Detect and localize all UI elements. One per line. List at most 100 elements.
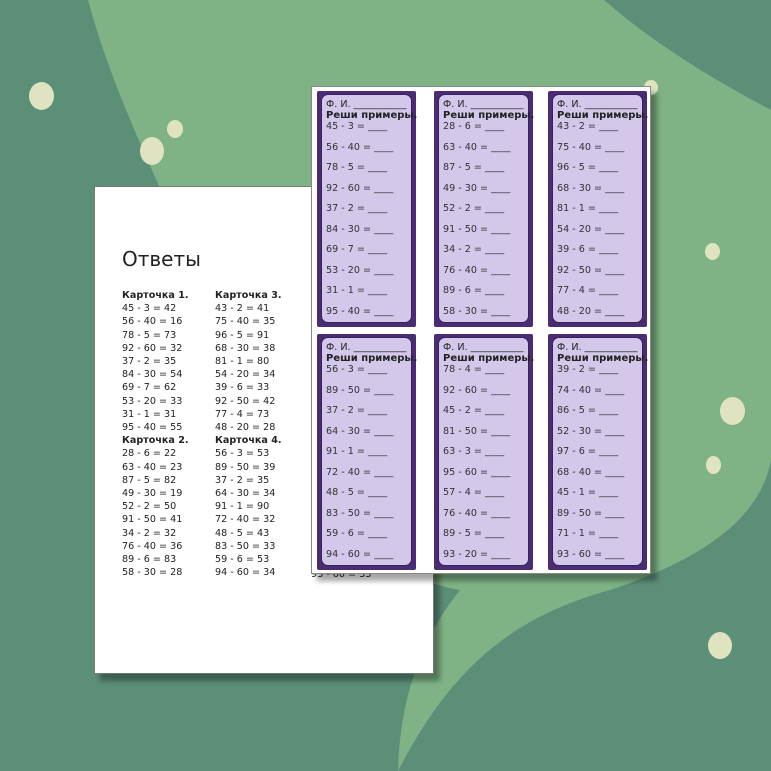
example-line: 39 - 2 = ____ [557, 364, 619, 375]
answer-line: 87 - 5 = 82 [122, 474, 177, 486]
example-line: 96 - 5 = ____ [557, 162, 619, 173]
answer-line: 48 - 20 = 28 [215, 422, 276, 434]
answer-line: 48 - 5 = 43 [215, 527, 270, 539]
answer-line: 52 - 2 = 50 [122, 501, 177, 513]
card-panel: Ф. И. ___________ Реши примеры. 39 - 2 = _… [552, 337, 648, 566]
answer-line: 45 - 3 = 42 [122, 303, 177, 315]
name-field: Ф. И. ___________ [557, 99, 638, 110]
card-panel: Ф. И. ___________ Реши примеры. 78 - 4 = _… [438, 337, 534, 566]
decor-dot [167, 120, 183, 138]
example-line: 53 - 20 = ____ [326, 264, 394, 276]
answers-title: Ответы [122, 247, 201, 271]
card-panel: Ф. И. ___________ Реши примеры. 45 - 3 = _… [321, 94, 417, 323]
example-line: 91 - 50 = ____ [443, 223, 511, 235]
example-line: 89 - 6 = ____ [443, 285, 505, 296]
task-card: Ф. И. ___________ Реши примеры. 78 - 4 = _… [434, 334, 534, 570]
example-line: 34 - 2 = ____ [443, 244, 505, 255]
name-field: Ф. И. ___________ [443, 342, 524, 353]
answer-line: 72 - 40 = 32 [215, 514, 276, 526]
example-line: 78 - 4 = ____ [443, 364, 505, 375]
answer-line: 37 - 2 = 35 [215, 474, 270, 486]
name-field: Ф. И. ___________ [326, 99, 407, 110]
card-content: Ф. И. ___________ Реши примеры. 56 - 3 = _… [326, 342, 417, 570]
card-panel: Ф. И. ___________ Реши примеры. 28 - 6 = _… [438, 94, 534, 323]
example-line: 56 - 3 = ____ [326, 364, 388, 375]
answer-line: 28 - 6 = 22 [122, 448, 177, 460]
example-line: 93 - 60 = ____ [557, 548, 625, 560]
example-line: 81 - 1 = ____ [557, 203, 619, 214]
card-content: Ф. И. ___________ Реши примеры. 43 - 2 = _… [557, 99, 648, 327]
answer-line: 94 - 60 = 34 [215, 567, 276, 579]
example-line: 49 - 30 = ____ [443, 182, 511, 194]
answer-line: 54 - 20 = 34 [215, 369, 276, 381]
task-card: Ф. И. ___________ Реши примеры. 43 - 2 = _… [548, 91, 648, 327]
answer-line: 53 - 20 = 33 [122, 395, 183, 407]
answer-line: 43 - 2 = 41 [215, 303, 270, 315]
decor-dot [140, 137, 164, 165]
card-content: Ф. И. ___________ Реши примеры. 45 - 3 = _… [326, 99, 417, 327]
card-panel: Ф. И. ___________ Реши примеры. 43 - 2 = _… [552, 94, 648, 323]
example-line: 45 - 2 = ____ [443, 405, 505, 416]
example-line: 52 - 2 = ____ [443, 203, 505, 214]
answer-line: 75 - 40 = 35 [215, 316, 276, 328]
answer-line: 95 - 40 = 55 [122, 422, 183, 434]
example-line: 95 - 60 = ____ [443, 466, 511, 478]
decor-dot [705, 243, 720, 260]
example-line: 54 - 20 = ____ [557, 223, 625, 235]
example-line: 89 - 5 = ____ [443, 528, 505, 539]
example-line: 37 - 2 = ____ [326, 405, 388, 416]
example-line: 92 - 60 = ____ [326, 182, 394, 194]
example-line: 92 - 60 = ____ [443, 384, 511, 396]
answer-line: 37 - 2 = 35 [122, 356, 177, 368]
example-line: 52 - 30 = ____ [557, 425, 625, 437]
answer-line: 63 - 40 = 23 [122, 461, 183, 473]
decor-dot [706, 456, 721, 474]
example-line: 78 - 5 = ____ [326, 162, 388, 173]
example-line: 63 - 40 = ____ [443, 141, 511, 153]
example-line: 97 - 6 = ____ [557, 446, 619, 457]
answer-line: 96 - 5 = 91 [215, 329, 270, 341]
name-field: Ф. И. ___________ [326, 342, 407, 353]
answer-card-heading: Карточка 3. [215, 290, 282, 301]
example-line: 37 - 2 = ____ [326, 203, 388, 214]
example-line: 71 - 1 = ____ [557, 528, 619, 539]
example-line: 48 - 20 = ____ [557, 305, 625, 317]
example-line: 28 - 6 = ____ [443, 121, 505, 132]
answer-line: 68 - 30 = 38 [215, 342, 276, 354]
example-line: 68 - 40 = ____ [557, 466, 625, 478]
answer-line: 56 - 40 = 16 [122, 316, 183, 328]
answer-line: 64 - 30 = 34 [215, 488, 276, 500]
example-line: 84 - 30 = ____ [326, 223, 394, 235]
example-line: 59 - 6 = ____ [326, 528, 388, 539]
answer-line: 78 - 5 = 73 [122, 329, 177, 341]
card-content: Ф. И. ___________ Реши примеры. 78 - 4 = _… [443, 342, 534, 570]
answer-line: 89 - 6 = 83 [122, 554, 177, 566]
answer-line: 39 - 6 = 33 [215, 382, 270, 394]
answer-line: 77 - 4 = 73 [215, 408, 270, 420]
example-line: 56 - 40 = ____ [326, 141, 394, 153]
example-line: 68 - 30 = ____ [557, 182, 625, 194]
task-card: Ф. И. ___________ Реши примеры. 45 - 3 = _… [317, 91, 417, 327]
example-line: 58 - 30 = ____ [443, 305, 511, 317]
example-line: 76 - 40 = ____ [443, 264, 511, 276]
example-line: 76 - 40 = ____ [443, 507, 511, 519]
example-line: 63 - 3 = ____ [443, 446, 505, 457]
example-line: 83 - 50 = ____ [326, 507, 394, 519]
answer-line: 56 - 3 = 53 [215, 448, 270, 460]
cards-sheet: Ф. И. ___________ Реши примеры. 45 - 3 = _… [311, 86, 651, 574]
answer-card-heading: Карточка 1. [122, 290, 189, 301]
example-line: 95 - 40 = ____ [326, 305, 394, 317]
example-line: 72 - 40 = ____ [326, 466, 394, 478]
answer-line: 92 - 50 = 42 [215, 395, 276, 407]
name-field: Ф. И. ___________ [443, 99, 524, 110]
answer-line: 59 - 6 = 53 [215, 554, 270, 566]
task-card: Ф. И. ___________ Реши примеры. 39 - 2 = _… [548, 334, 648, 570]
example-line: 92 - 50 = ____ [557, 264, 625, 276]
answer-line: 69 - 7 = 62 [122, 382, 177, 394]
answer-line: 89 - 50 = 39 [215, 461, 276, 473]
answer-line: 91 - 1 = 90 [215, 501, 270, 513]
card-panel: Ф. И. ___________ Реши примеры. 56 - 3 = _… [321, 337, 417, 566]
example-line: 57 - 4 = ____ [443, 487, 505, 498]
decor-dot [708, 632, 732, 659]
example-line: 48 - 5 = ____ [326, 487, 388, 498]
